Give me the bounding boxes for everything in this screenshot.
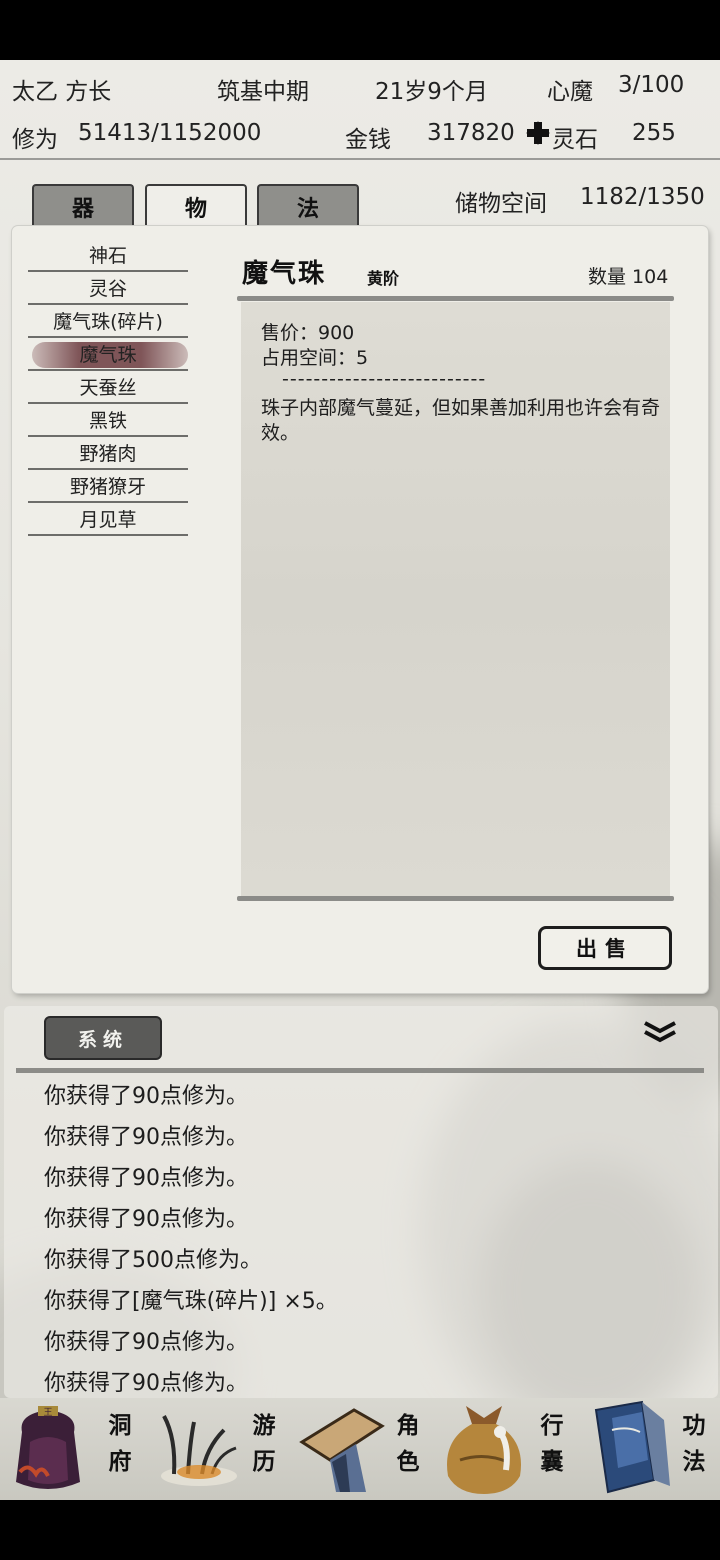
item-label: 灵谷	[88, 278, 127, 300]
money-value: 317820	[427, 120, 515, 146]
scroll-book-icon	[582, 1400, 674, 1496]
detail-bottom-bar	[237, 896, 674, 901]
item-price: 售价：900	[261, 322, 355, 344]
nav-label: 行囊	[540, 1412, 564, 1475]
storage-value: 1182/1350	[580, 184, 705, 210]
item-title: 魔气珠	[242, 259, 327, 289]
detail-top-bar	[237, 296, 674, 301]
nav-character[interactable]: 角色	[288, 1398, 432, 1500]
system-tab-button[interactable]: 系统	[44, 1016, 162, 1060]
navigation-bar	[0, 1500, 720, 1560]
nav-cave-dwelling[interactable]: 王 洞府	[0, 1398, 144, 1500]
log-line: 你获得了90点修为。	[44, 1330, 248, 1355]
header-divider	[0, 158, 720, 160]
character-hat-icon	[296, 1404, 388, 1496]
list-item[interactable]: 天蚕丝	[28, 371, 188, 404]
nav-label: 洞府	[108, 1412, 132, 1475]
tab-items[interactable]: 物	[145, 184, 247, 228]
list-item[interactable]: 神石	[28, 239, 188, 272]
list-item-selected[interactable]: 魔气珠	[28, 338, 188, 371]
storage-label: 储物空间	[455, 191, 547, 217]
status-bar	[0, 0, 720, 60]
item-label: 月见草	[79, 509, 137, 531]
age-label: 21岁9个月	[375, 79, 488, 105]
item-description: 珠子内部魔气蔓延，但如果善加利用也许会有奇效。	[261, 397, 661, 444]
item-label: 黑铁	[88, 410, 127, 432]
spirit-stone-icon	[525, 120, 551, 146]
nav-bag[interactable]: 行囊	[432, 1398, 576, 1500]
list-item[interactable]: 野猪獠牙	[28, 470, 188, 503]
bag-icon	[436, 1400, 532, 1496]
item-label: 神石	[88, 245, 127, 267]
item-label: 魔气珠(碎片)	[53, 311, 163, 333]
item-space: 占用空间：5	[261, 347, 369, 369]
heart-demon-label: 心魔	[547, 79, 593, 105]
item-label: 魔气珠	[79, 344, 137, 366]
log-line: 你获得了90点修为。	[44, 1371, 248, 1396]
list-item[interactable]: 野猪肉	[28, 437, 188, 470]
sell-button[interactable]: 出售	[538, 926, 672, 970]
svg-text:王: 王	[43, 1407, 52, 1418]
money-label: 金钱	[345, 127, 391, 153]
nav-techniques[interactable]: 功法	[576, 1398, 720, 1500]
realm-label: 筑基中期	[217, 79, 309, 105]
log-line: 你获得了90点修为。	[44, 1125, 248, 1150]
heart-demon-value: 3/100	[618, 72, 685, 98]
list-item[interactable]: 月见草	[28, 503, 188, 536]
item-label: 野猪獠牙	[69, 476, 146, 498]
cultivation-value: 51413/1152000	[78, 120, 262, 146]
log-line: 你获得了[魔气珠(碎片)] ×5。	[44, 1289, 338, 1314]
nav-label: 游历	[252, 1412, 276, 1475]
item-label: 野猪肉	[79, 443, 137, 465]
item-label: 天蚕丝	[79, 377, 137, 399]
cave-dwelling-icon: 王	[8, 1402, 88, 1496]
cultivation-label: 修为	[12, 127, 58, 153]
tab-techniques[interactable]: 法	[257, 184, 359, 228]
item-grade: 黄阶	[367, 269, 400, 288]
nav-travel[interactable]: 游历	[144, 1398, 288, 1500]
list-item[interactable]: 黑铁	[28, 404, 188, 437]
log-line: 你获得了90点修为。	[44, 1084, 248, 1109]
detail-separator: --------------------------	[282, 368, 487, 390]
log-line: 你获得了500点修为。	[44, 1248, 262, 1273]
spirit-stone-value: 255	[632, 120, 676, 146]
nav-label: 功法	[682, 1412, 706, 1475]
item-detail-box	[241, 302, 670, 896]
list-item[interactable]: 魔气珠(碎片)	[28, 305, 188, 338]
travel-grass-icon	[154, 1408, 244, 1494]
spirit-stone-label: 灵石	[552, 127, 598, 153]
collapse-chevron-icon[interactable]	[643, 1020, 677, 1046]
tab-equipment[interactable]: 器	[32, 184, 134, 228]
player-name: 太乙 方长	[12, 79, 112, 105]
log-divider	[16, 1068, 704, 1073]
list-item[interactable]: 灵谷	[28, 272, 188, 305]
log-line: 你获得了90点修为。	[44, 1207, 248, 1232]
nav-label: 角色	[396, 1412, 420, 1475]
log-line: 你获得了90点修为。	[44, 1166, 248, 1191]
item-quantity: 数量 104	[588, 266, 669, 288]
